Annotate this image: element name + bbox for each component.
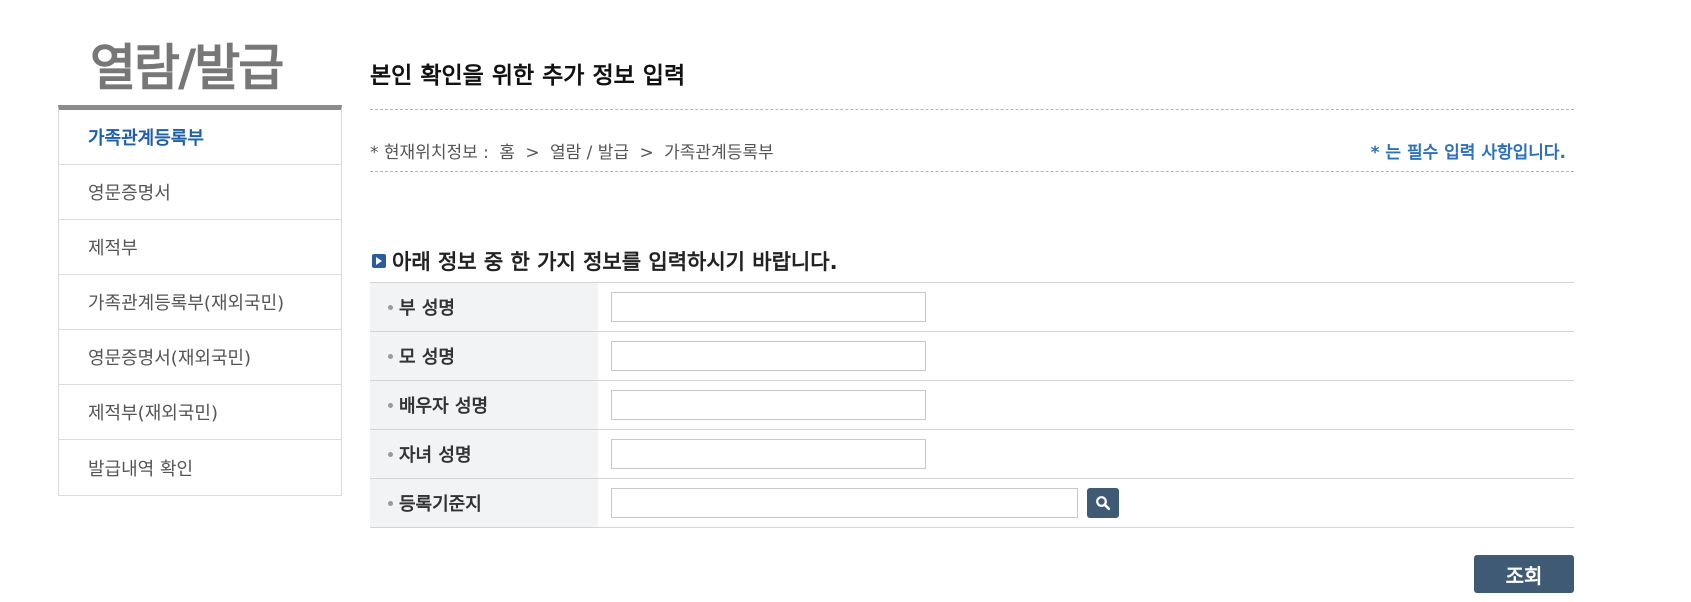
mother-name-label: 모 성명 [399, 347, 455, 368]
bullet-dot-icon [388, 402, 393, 408]
sidebar-item-english-certificate[interactable]: 영문증명서 [59, 165, 341, 220]
breadcrumb-separator: > [639, 143, 654, 163]
page-title: 본인 확인을 위한 추가 정보 입력 [370, 63, 686, 89]
form-row-mother: 모 성명 [370, 332, 1574, 381]
field-value [598, 430, 1574, 478]
registration-base-input[interactable] [611, 488, 1078, 518]
bullet-dot-icon [388, 451, 393, 457]
sidebar-nav: 가족관계등록부 영문증명서 제적부 가족관계등록부(재외국민) 영문증명서(재외… [58, 105, 342, 496]
bullet-dot-icon [388, 500, 393, 506]
form-row-child: 자녀 성명 [370, 430, 1574, 479]
address-search-button[interactable] [1087, 488, 1119, 518]
breadcrumb-view-issue[interactable]: 열람 / 발급 [550, 143, 629, 163]
section-title: 아래 정보 중 한 가지 정보를 입력하시기 바랍니다. [372, 246, 838, 276]
breadcrumb-separator: > [525, 143, 540, 163]
child-name-input[interactable] [611, 439, 926, 469]
field-label: 자녀 성명 [370, 430, 598, 478]
breadcrumb-current: 가족관계등록부 [664, 143, 774, 163]
child-name-label: 자녀 성명 [399, 445, 472, 466]
form-row-registration-base: 등록기준지 [370, 479, 1574, 528]
divider-top [370, 109, 1574, 110]
breadcrumb-home[interactable]: 홈 [499, 143, 515, 163]
field-label: 등록기준지 [370, 479, 598, 527]
field-value [598, 332, 1574, 380]
sidebar-item-removal-register[interactable]: 제적부 [59, 220, 341, 275]
father-name-label: 부 성명 [399, 298, 455, 319]
registration-base-label: 등록기준지 [399, 494, 482, 515]
search-icon [1096, 496, 1111, 511]
field-label: 배우자 성명 [370, 381, 598, 429]
arrow-square-icon [372, 254, 386, 268]
info-form: 부 성명 모 성명 배우자 성명 자녀 성명 등록기준지 [370, 282, 1574, 528]
field-label: 모 성명 [370, 332, 598, 380]
spouse-name-label: 배우자 성명 [399, 396, 489, 417]
sidebar-item-issuance-history[interactable]: 발급내역 확인 [59, 440, 341, 495]
mother-name-input[interactable] [611, 341, 926, 371]
lookup-button[interactable]: 조회 [1474, 555, 1574, 593]
form-row-father: 부 성명 [370, 283, 1574, 332]
sidebar-item-family-register-overseas[interactable]: 가족관계등록부(재외국민) [59, 275, 341, 330]
breadcrumb: * 현재위치정보 : 홈 > 열람 / 발급 > 가족관계등록부 [370, 138, 779, 163]
sidebar-item-removal-register-overseas[interactable]: 제적부(재외국민) [59, 385, 341, 440]
sidebar-item-english-certificate-overseas[interactable]: 영문증명서(재외국민) [59, 330, 341, 385]
field-value [598, 479, 1574, 527]
field-value [598, 381, 1574, 429]
field-value [598, 283, 1574, 331]
bullet-dot-icon [388, 353, 393, 359]
bullet-dot-icon [388, 304, 393, 310]
sidebar-title: 열람/발급 [90, 39, 284, 97]
father-name-input[interactable] [611, 292, 926, 322]
required-note: * 는 필수 입력 사항입니다. [1370, 143, 1566, 163]
breadcrumb-prefix: * 현재위치정보 : [370, 143, 489, 163]
divider-bottom [370, 171, 1574, 172]
field-label: 부 성명 [370, 283, 598, 331]
sidebar-item-family-register[interactable]: 가족관계등록부 [59, 110, 341, 165]
section-title-text: 아래 정보 중 한 가지 정보를 입력하시기 바랍니다. [392, 250, 838, 274]
spouse-name-input[interactable] [611, 390, 926, 420]
form-row-spouse: 배우자 성명 [370, 381, 1574, 430]
